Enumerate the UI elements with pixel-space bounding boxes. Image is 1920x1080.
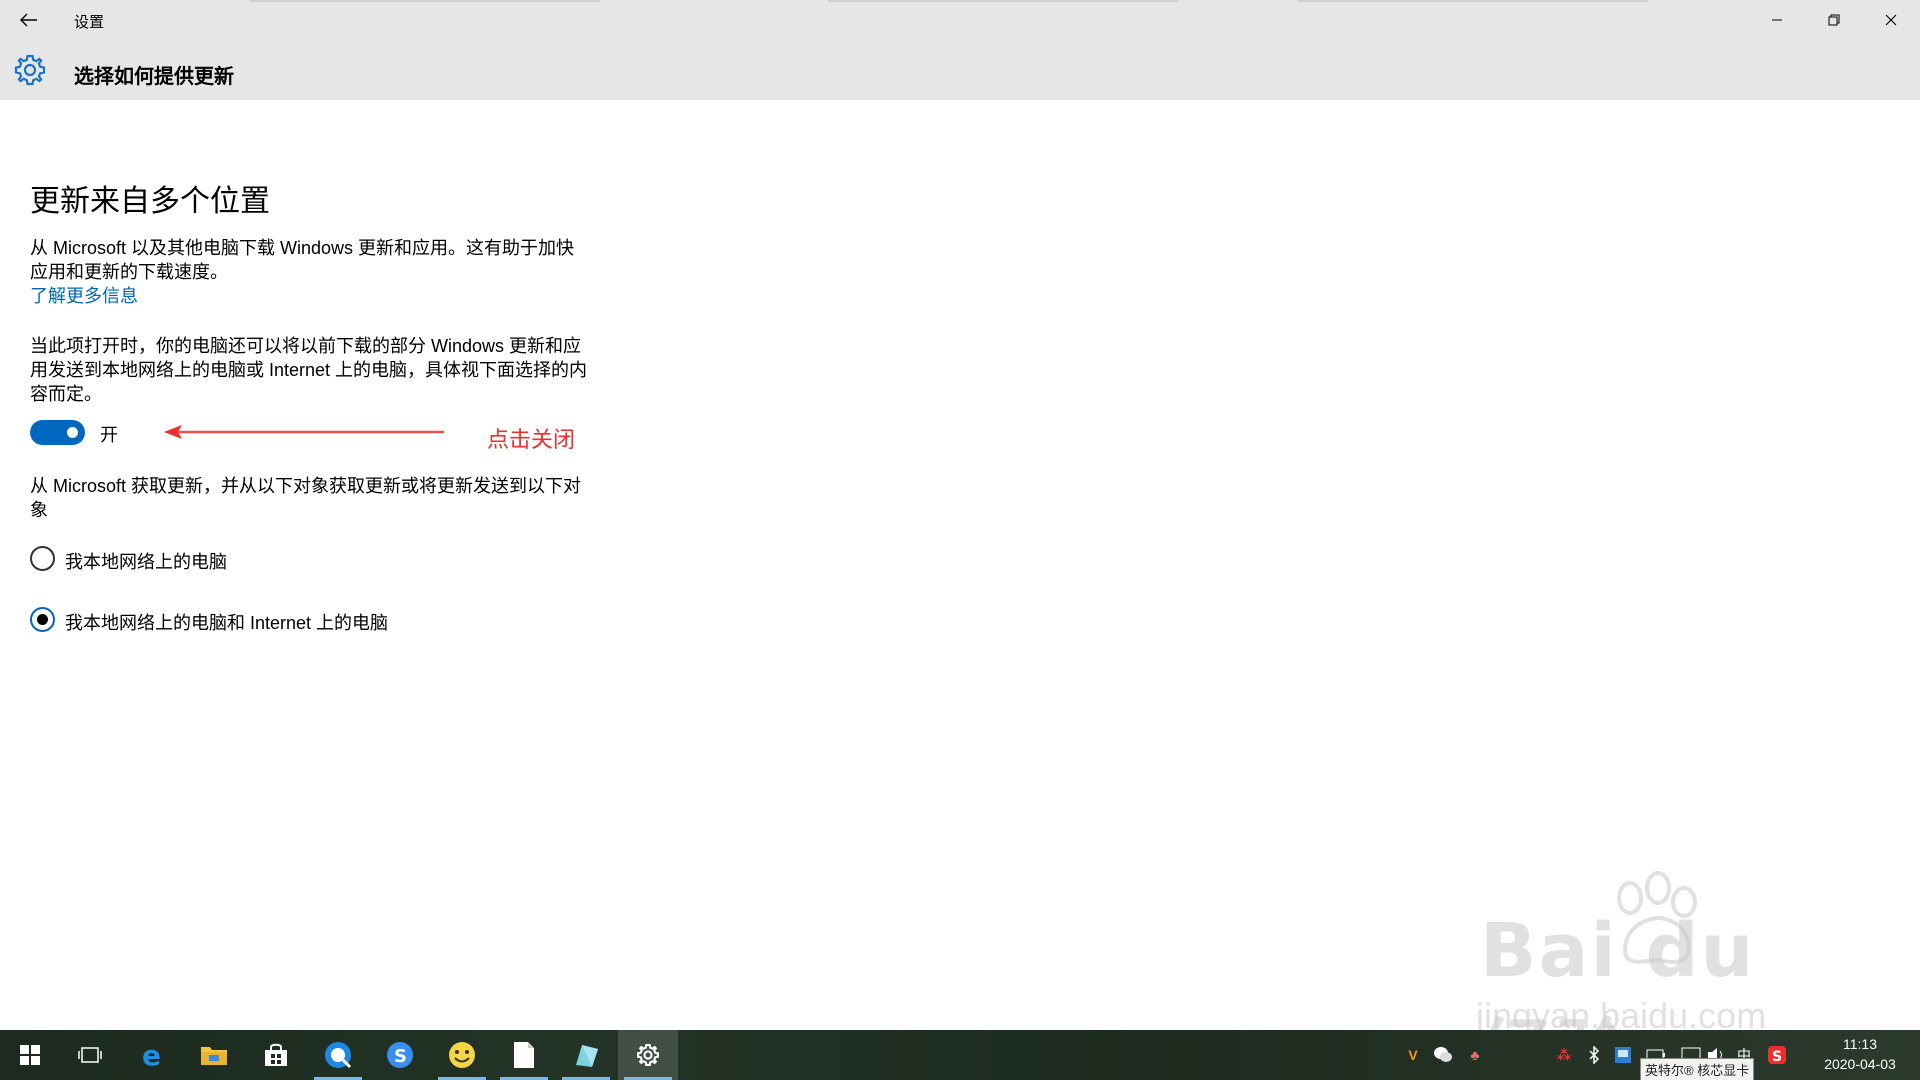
delivery-optimization-toggle-row: 开 点击关闭 xyxy=(30,418,590,452)
taskbar-browser[interactable] xyxy=(308,1030,368,1080)
file-explorer-icon xyxy=(201,1047,227,1065)
page-header: 选择如何提供更新 xyxy=(0,50,1920,94)
title-bar: 设置 选择如何提供更新 xyxy=(0,0,1920,100)
sogou-ime-icon[interactable]: S xyxy=(1766,1044,1788,1066)
start-icon xyxy=(20,1045,40,1065)
radio-label-local: 我本地网络上的电脑 xyxy=(65,552,227,572)
emoji-app-icon xyxy=(449,1042,475,1068)
taskbar-notepad[interactable] xyxy=(494,1030,554,1080)
store-icon xyxy=(265,1043,287,1066)
radio-option-local-network[interactable]: 我本地网络上的电脑 xyxy=(30,544,590,574)
taskbar-sogou[interactable]: S xyxy=(370,1030,430,1080)
section-title: 更新来自多个位置 xyxy=(30,185,270,218)
toggle-state-label: 开 xyxy=(100,425,118,445)
back-arrow-icon xyxy=(20,13,37,27)
radio-button-local[interactable] xyxy=(30,546,55,571)
close-icon xyxy=(1885,14,1896,26)
annotation-click-to-close: 点击关闭 xyxy=(487,427,576,452)
edge-icon: e xyxy=(142,1041,161,1069)
page-title: 选择如何提供更新 xyxy=(74,66,234,88)
tray-app-red-icon[interactable]: ♣ xyxy=(1464,1044,1486,1066)
task-view-icon xyxy=(78,1047,102,1063)
task-view-button[interactable] xyxy=(60,1030,120,1080)
tray-app-v-icon[interactable]: V xyxy=(1402,1044,1424,1066)
learn-more-link[interactable]: 了解更多信息 xyxy=(30,284,138,308)
annotation-arrow-icon xyxy=(164,425,444,439)
taskbar-edge[interactable]: e xyxy=(123,1030,183,1080)
background-tab-edge xyxy=(250,0,600,2)
browser-icon xyxy=(325,1042,352,1069)
bluetooth-icon[interactable] xyxy=(1583,1044,1605,1066)
taskbar-paint[interactable] xyxy=(556,1030,616,1080)
window-caption: 设置 xyxy=(0,0,1920,40)
background-tab-edge xyxy=(828,0,1178,2)
wechat-icon[interactable] xyxy=(1432,1044,1454,1066)
window-title: 设置 xyxy=(74,14,105,31)
clock[interactable]: 11:13 2020-04-03 xyxy=(1800,1034,1920,1074)
tray-app-dots-icon[interactable]: ⁂ xyxy=(1553,1044,1575,1066)
taskbar: e S V ♣ ⁂ 中 S 英特尔® 核芯显卡 11:13 2020-04-03 xyxy=(0,1030,1920,1080)
start-button[interactable] xyxy=(0,1030,60,1080)
radio-selected-dot xyxy=(37,614,48,625)
radio-button-local-and-internet[interactable] xyxy=(30,607,55,632)
baidu-watermark: Bai du 经验 jingyan.baidu.com xyxy=(1470,870,1830,1080)
settings-window: 设置 选择如何提供更新 更新来自多个位置 从 Microsoft 以及其他电脑下… xyxy=(0,0,1920,1080)
settings-icon xyxy=(637,1044,659,1066)
description-text: 从 Microsoft 以及其他电脑下载 Windows 更新和应用。这有助于加… xyxy=(30,238,575,282)
close-button[interactable] xyxy=(1862,0,1919,40)
taskbar-emoji-app[interactable] xyxy=(432,1030,492,1080)
notepad-icon xyxy=(514,1042,534,1068)
minimize-icon xyxy=(1771,19,1782,21)
svg-text:S: S xyxy=(394,1046,407,1067)
back-button[interactable] xyxy=(0,0,58,40)
restore-icon xyxy=(1828,14,1839,26)
tray-tooltip: 英特尔® 核芯显卡 xyxy=(1640,1058,1755,1080)
radio-option-local-and-internet[interactable]: 我本地网络上的电脑和 Internet 上的电脑 xyxy=(30,605,590,635)
background-tab-edge xyxy=(1298,0,1648,2)
clock-time: 11:13 xyxy=(1843,1036,1877,1052)
svg-text:e: e xyxy=(142,1041,161,1069)
network-app-icon[interactable] xyxy=(1612,1044,1634,1066)
delivery-optimization-toggle[interactable] xyxy=(30,420,85,445)
radio-label-local-and-internet: 我本地网络上的电脑和 Internet 上的电脑 xyxy=(65,613,389,633)
restore-button[interactable] xyxy=(1805,0,1862,40)
sogou-icon: S xyxy=(387,1042,413,1068)
toggle-description-text: 当此项打开时，你的电脑还可以将以前下载的部分 Windows 更新和应用发送到本… xyxy=(30,336,588,404)
minimize-button[interactable] xyxy=(1748,0,1805,40)
paint-icon xyxy=(576,1045,598,1067)
radio-intro-text: 从 Microsoft 获取更新，并从以下对象获取更新或将更新发送到以下对象 xyxy=(30,476,582,520)
taskbar-file-explorer[interactable] xyxy=(184,1030,244,1080)
toggle-knob xyxy=(67,427,78,438)
clock-date: 2020-04-03 xyxy=(1824,1056,1896,1072)
taskbar-settings[interactable] xyxy=(618,1030,678,1080)
gear-icon xyxy=(14,54,46,86)
svg-text:S: S xyxy=(1772,1049,1782,1065)
taskbar-store[interactable] xyxy=(246,1030,306,1080)
